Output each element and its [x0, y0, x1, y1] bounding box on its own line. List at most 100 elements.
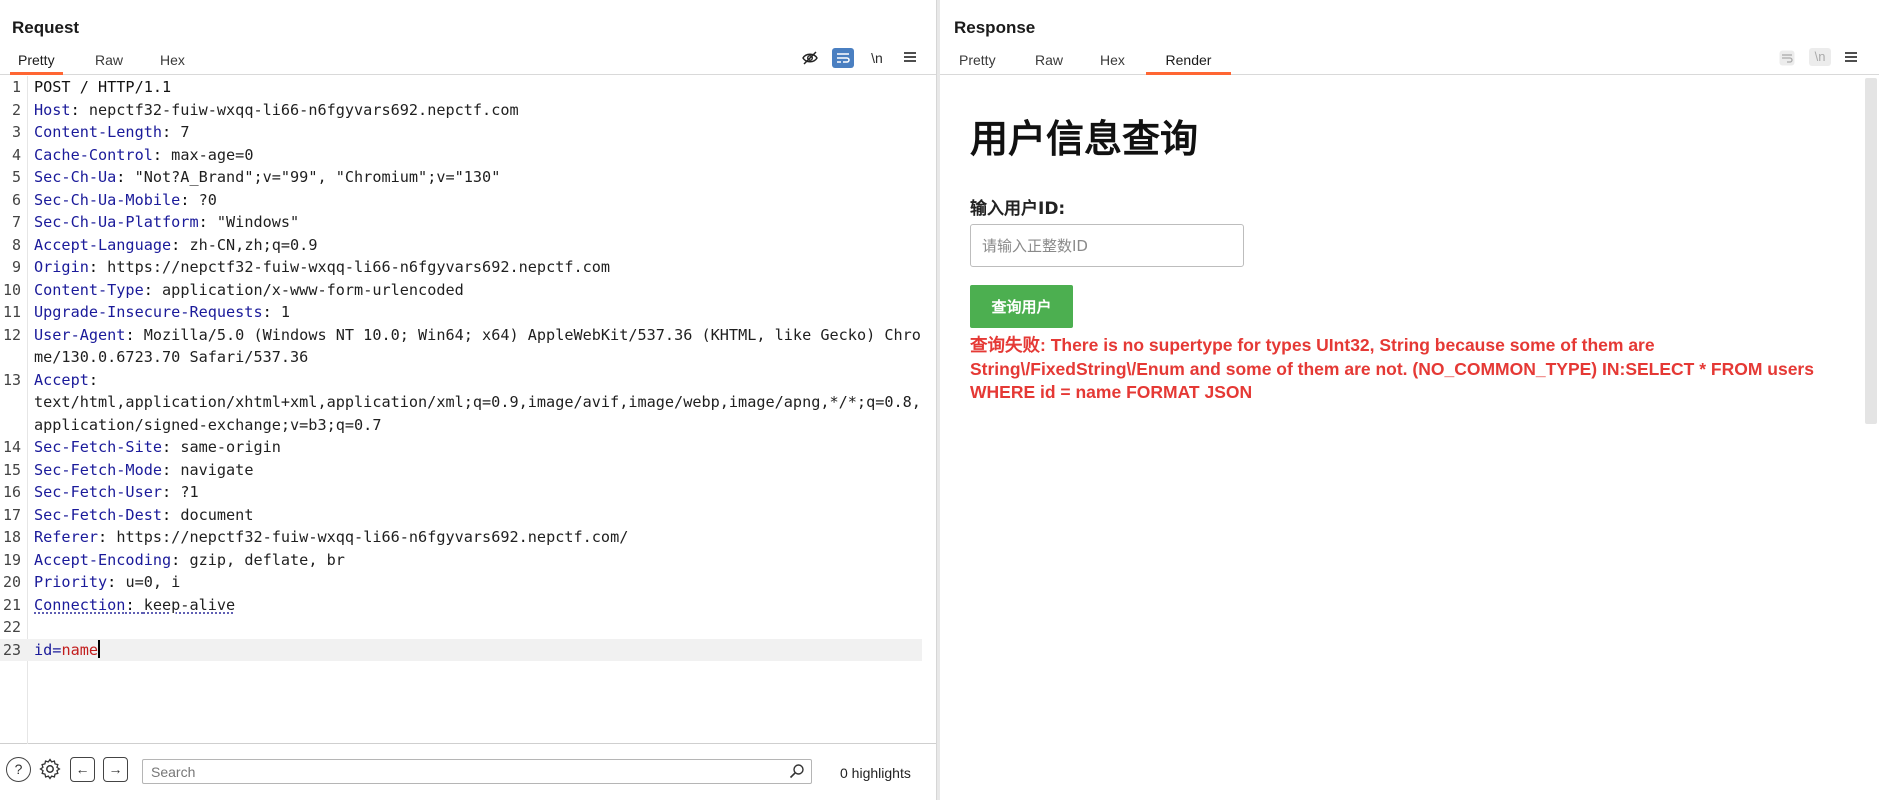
- code-line[interactable]: 13 Accept: text/html,application/xhtml+xml…: [0, 369, 936, 437]
- request-title: Request: [12, 18, 80, 37]
- header-line: Cache-Control: max-age=0: [34, 145, 254, 164]
- request-editor[interactable]: 1 POST / HTTP/1.1 2 Host: nepctf32-fuiw-wxq…: [0, 76, 936, 744]
- header-name: Host: [34, 100, 71, 119]
- query-user-button[interactable]: 查询用户: [970, 285, 1073, 328]
- code-line[interactable]: 16 Sec-Fetch-User: ?1: [0, 481, 936, 504]
- menu-icon[interactable]: [1840, 48, 1862, 68]
- header-value: nepctf32-fuiw-wxqq-li66-n6fgyvars692.nep…: [88, 100, 519, 119]
- header-value: zh-CN,zh;q=0.9: [189, 235, 318, 254]
- body-params: id=name: [34, 639, 101, 659]
- header-value: 1: [280, 303, 291, 321]
- header-value: same-origin: [180, 438, 281, 456]
- code-line[interactable]: 11 Upgrade-Insecure-Requests: 1: [0, 301, 936, 324]
- header-value: "Windows": [216, 213, 300, 231]
- scrollbar[interactable]: [1865, 78, 1877, 424]
- code-line[interactable]: 3 Content-Length: 7: [0, 121, 936, 144]
- eye-off-icon[interactable]: [799, 48, 821, 68]
- header-value: https://nepctf32-fuiw-wxqq-li66-n6fgyvar…: [116, 528, 629, 546]
- header-value: text/html,application/xhtml+xml,applicat…: [34, 393, 921, 434]
- newline-icon[interactable]: \n: [1809, 48, 1831, 66]
- settings-icon[interactable]: [37, 757, 62, 782]
- code-line[interactable]: 2 Host: nepctf32-fuiw-wxqq-li66-n6fgyvars…: [0, 99, 936, 122]
- code-line[interactable]: 12 User-Agent: Mozilla/5.0 (Windows NT 10…: [0, 324, 936, 369]
- line-number: 6: [11, 190, 21, 209]
- arrow-right-icon[interactable]: →: [103, 757, 128, 782]
- code-line[interactable]: 10 Content-Type: application/x-www-form-u…: [0, 279, 936, 302]
- header-name: Sec-Fetch-Mode: [34, 460, 163, 479]
- code-line[interactable]: 4 Cache-Control: max-age=0: [0, 144, 936, 167]
- code-line[interactable]: 18 Referer: https://nepctf32-fuiw-wxqq-li…: [0, 526, 936, 549]
- search-input[interactable]: [143, 760, 763, 783]
- line-number: 1: [11, 78, 21, 96]
- search-icon[interactable]: [789, 763, 805, 784]
- header-name: Sec-Fetch-User: [34, 483, 163, 501]
- page-title: 用户信息查询: [970, 117, 1199, 161]
- header-line: Sec-Ch-Ua: "Not?A_Brand";v="99", "Chromi…: [34, 168, 501, 186]
- header-name: User-Agent: [34, 325, 126, 344]
- code-line[interactable]: 23 id=name: [0, 638, 922, 661]
- code-line[interactable]: 1 POST / HTTP/1.1: [0, 76, 936, 99]
- param-name: id: [34, 640, 53, 659]
- header-value: document: [180, 505, 254, 524]
- response-tabbar: Pretty Raw Hex Render \n: [940, 46, 1879, 75]
- tab-hex[interactable]: Hex: [152, 50, 193, 75]
- header-line: Accept-Language: zh-CN,zh;q=0.9: [34, 235, 318, 254]
- line-number: 13: [2, 370, 21, 389]
- line-number: 7: [11, 213, 21, 231]
- help-icon[interactable]: ?: [6, 757, 31, 782]
- line-number: 14: [2, 438, 21, 456]
- header-name: Content-Length: [34, 123, 163, 141]
- line-number: 3: [11, 123, 21, 141]
- wrap-icon[interactable]: [1776, 48, 1798, 68]
- code-line[interactable]: 14 Sec-Fetch-Site: same-origin: [0, 436, 936, 459]
- header-line: Content-Type: application/x-www-form-url…: [34, 280, 464, 299]
- arrow-left-icon[interactable]: ←: [70, 757, 95, 782]
- tab-hex[interactable]: Hex: [1092, 50, 1133, 75]
- header-value: 7: [180, 123, 190, 141]
- header-name: Accept-Language: [34, 235, 172, 254]
- request-tabbar: Pretty Raw Hex \n: [0, 46, 936, 75]
- code-line[interactable]: 6 Sec-Ch-Ua-Mobile: ?0: [0, 189, 936, 212]
- code-line[interactable]: 15 Sec-Fetch-Mode: navigate: [0, 459, 936, 482]
- newline-icon[interactable]: \n: [866, 48, 888, 68]
- request-panel: Request Pretty Raw Hex \n 1 POST / HTTP/1…: [0, 0, 936, 800]
- header-value: Mozilla/5.0 (Windows NT 10.0; Win64; x64…: [34, 325, 921, 367]
- menu-icon[interactable]: [899, 48, 921, 68]
- line-number: 5: [11, 168, 21, 186]
- header-line: Sec-Fetch-Dest: document: [34, 505, 254, 524]
- header-name: Accept: [34, 370, 89, 389]
- code-line[interactable]: 20 Priority: u=0, i: [0, 571, 936, 594]
- code-line[interactable]: 5 Sec-Ch-Ua: "Not?A_Brand";v="99", "Chrom…: [0, 166, 936, 189]
- header-name: Origin: [34, 258, 89, 276]
- line-number: 23: [2, 640, 21, 659]
- line-number: 18: [2, 528, 21, 546]
- user-id-input[interactable]: [970, 224, 1244, 267]
- tab-pretty[interactable]: Pretty: [951, 50, 1004, 75]
- line-number: 20: [2, 573, 21, 591]
- code-line[interactable]: 22: [0, 616, 936, 639]
- request-line-text: [26, 616, 34, 639]
- header-line: Sec-Fetch-Mode: navigate: [34, 460, 254, 479]
- header-value: ?1: [180, 483, 199, 501]
- tab-raw[interactable]: Raw: [1027, 50, 1071, 75]
- header-line: Connection: keep-alive: [34, 595, 236, 614]
- code-line[interactable]: 21 Connection: keep-alive: [0, 594, 936, 617]
- tab-pretty[interactable]: Pretty: [10, 50, 63, 75]
- error-message: 查询失败: There is no supertype for types UI…: [970, 335, 1814, 402]
- header-name: Upgrade-Insecure-Requests: [34, 303, 263, 321]
- code-line[interactable]: 7 Sec-Ch-Ua-Platform: "Windows": [0, 211, 936, 234]
- code-line[interactable]: 19 Accept-Encoding: gzip, deflate, br: [0, 549, 936, 572]
- tab-render[interactable]: Render: [1146, 50, 1231, 75]
- tab-raw[interactable]: Raw: [87, 50, 131, 75]
- request-code[interactable]: 1 POST / HTTP/1.1 2 Host: nepctf32-fuiw-wxq…: [0, 76, 936, 661]
- header-name: Sec-Ch-Ua-Mobile: [34, 190, 181, 209]
- wrap-icon[interactable]: [832, 48, 854, 68]
- line-number: 11: [2, 303, 21, 321]
- code-line[interactable]: 8 Accept-Language: zh-CN,zh;q=0.9: [0, 234, 936, 257]
- code-line[interactable]: 9 Origin: https://nepctf32-fuiw-wxqq-li66…: [0, 256, 936, 279]
- line-number: 15: [2, 460, 21, 479]
- search-footer: ? ← → 0 highlights: [0, 752, 936, 788]
- header-name: Connection: [34, 595, 126, 614]
- response-panel: Response Pretty Raw Hex Render \n 用户信息查询…: [940, 0, 1879, 800]
- code-line[interactable]: 17 Sec-Fetch-Dest: document: [0, 504, 936, 527]
